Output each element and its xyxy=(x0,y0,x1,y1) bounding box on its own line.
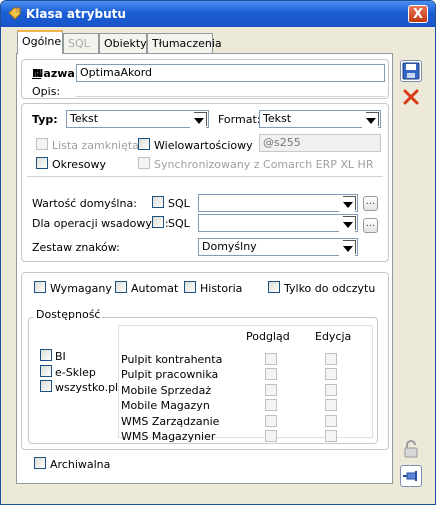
bi-label: BI xyxy=(55,350,66,363)
wszystko-pl-checkbox[interactable] xyxy=(40,380,52,392)
edit-checkbox[interactable] xyxy=(325,368,337,380)
default-sql-label: SQL xyxy=(168,197,190,210)
charset-select-value: Domyślny xyxy=(202,240,257,253)
tab-objects-label: Obiekty xyxy=(104,37,147,50)
availability-row-label: WMS Magazynier xyxy=(121,430,216,443)
name-label: NNazwa: xyxy=(32,67,80,80)
chevron-down-icon xyxy=(339,240,356,257)
closed-list-checkbox[interactable] xyxy=(36,138,48,150)
wszystko-pl-label: wszystko.pl xyxy=(55,381,119,394)
history-label: Historia xyxy=(200,282,243,295)
preview-checkbox[interactable] xyxy=(265,353,277,365)
cancel-button[interactable] xyxy=(401,87,423,109)
batch-sql-label: SQL xyxy=(168,217,190,230)
lock-button[interactable] xyxy=(401,439,423,461)
tab-sql[interactable]: SQL xyxy=(63,33,99,53)
name-label-text: Nazwa: xyxy=(34,67,80,80)
preview-checkbox[interactable] xyxy=(265,368,277,380)
required-label: Wymagany xyxy=(50,282,112,295)
batch-value-select[interactable] xyxy=(198,214,358,233)
edit-checkbox[interactable] xyxy=(325,430,337,442)
type-label: Typ: xyxy=(32,113,58,126)
title-bar[interactable]: Klasa atrybutu X xyxy=(1,1,435,27)
name-field[interactable]: OptimaAkord xyxy=(76,64,385,82)
tab-general-label: Ogólne xyxy=(22,35,62,48)
format-mask-field[interactable]: @s255 xyxy=(259,134,381,152)
preview-checkbox[interactable] xyxy=(265,415,277,427)
padlock-icon xyxy=(404,440,418,458)
batch-sql-checkbox[interactable] xyxy=(152,216,164,228)
chevron-down-icon xyxy=(190,112,207,129)
availability-row-label: Mobile Magazyn xyxy=(121,399,210,412)
batch-value-more-button[interactable]: ... xyxy=(363,218,378,233)
edit-checkbox[interactable] xyxy=(325,384,337,396)
availability-title: Dostępność xyxy=(34,308,103,321)
attribute-class-icon xyxy=(8,7,21,20)
default-sql-checkbox[interactable] xyxy=(152,196,164,208)
auto-checkbox[interactable] xyxy=(115,281,127,293)
preview-checkbox[interactable] xyxy=(265,430,277,442)
edit-column-header: Edycja xyxy=(315,330,352,343)
tab-translations-label: Tłumaczenia xyxy=(152,37,222,50)
e-shop-label: e-Sklep xyxy=(55,366,96,379)
multivalue-checkbox[interactable] xyxy=(138,138,150,150)
chevron-down-icon xyxy=(339,196,356,213)
auto-label: Automat xyxy=(131,282,179,295)
red-x-icon xyxy=(403,89,419,105)
archive-label: Archiwalna xyxy=(50,458,111,471)
history-checkbox[interactable] xyxy=(184,281,196,293)
charset-label: Zestaw znaków: xyxy=(32,241,120,254)
periodic-checkbox[interactable] xyxy=(36,157,48,169)
availability-row-label: Mobile Sprzedaż xyxy=(121,384,212,397)
sync-hr-checkbox[interactable] xyxy=(138,157,150,169)
default-value-select[interactable] xyxy=(198,194,358,213)
closed-list-label: Lista zamknięta xyxy=(52,139,139,152)
type-select[interactable]: Tekst xyxy=(66,110,209,129)
edit-checkbox[interactable] xyxy=(325,415,337,427)
preview-checkbox[interactable] xyxy=(265,384,277,396)
edit-checkbox[interactable] xyxy=(325,353,337,365)
periodic-label: Okresowy xyxy=(52,158,107,171)
pin-button[interactable] xyxy=(400,465,422,487)
readonly-label: Tylko do odczytu xyxy=(284,282,376,295)
multivalue-label: Wielowartościowy xyxy=(154,139,253,152)
type-select-value: Tekst xyxy=(70,112,99,125)
tab-translations[interactable]: Tłumaczenia xyxy=(147,33,222,53)
divider xyxy=(27,176,383,177)
availability-row-label: Pulpit kontrahenta xyxy=(121,353,223,366)
batch-label: Dla operacji wsadowych: xyxy=(32,217,169,230)
floppy-disk-icon xyxy=(402,62,420,80)
bi-checkbox[interactable] xyxy=(40,349,52,361)
pin-icon xyxy=(403,471,417,481)
format-label: Format: xyxy=(218,113,261,126)
format-select-value: Tekst xyxy=(263,112,292,125)
save-button[interactable] xyxy=(400,60,422,82)
attribute-class-window: Klasa atrybutu X SQL Obiekty Tłumaczenia… xyxy=(0,0,436,505)
availability-row-label: Pulpit pracownika xyxy=(121,368,219,381)
close-button[interactable]: X xyxy=(408,5,428,23)
edit-checkbox[interactable] xyxy=(325,399,337,411)
required-checkbox[interactable] xyxy=(34,281,46,293)
general-tab-panel: NNazwa: OptimaAkord Opis: Typ: Tekst For… xyxy=(16,53,393,484)
window-title: Klasa atrybutu xyxy=(26,7,126,21)
chevron-down-icon xyxy=(339,216,356,233)
format-select[interactable]: Tekst xyxy=(259,110,381,129)
description-label: Opis: xyxy=(32,85,61,98)
e-shop-checkbox[interactable] xyxy=(40,365,52,377)
tab-general[interactable]: Ogólne xyxy=(17,30,63,54)
description-field[interactable] xyxy=(76,83,385,97)
sync-hr-label: Synchronizowany z Comarch ERP XL HR xyxy=(154,158,374,171)
availability-row-label: WMS Zarządzanie xyxy=(121,415,220,428)
preview-checkbox[interactable] xyxy=(265,399,277,411)
default-value-more-button[interactable]: ... xyxy=(363,196,378,211)
chevron-down-icon xyxy=(362,112,379,129)
readonly-checkbox[interactable] xyxy=(268,281,280,293)
preview-column-header: Podgląd xyxy=(246,330,290,343)
tab-sql-label: SQL xyxy=(68,37,90,50)
archive-checkbox[interactable] xyxy=(34,457,46,469)
charset-select[interactable]: Domyślny xyxy=(198,238,358,257)
tab-objects[interactable]: Obiekty xyxy=(99,33,147,53)
default-value-label: Wartość domyślna: xyxy=(32,197,137,210)
